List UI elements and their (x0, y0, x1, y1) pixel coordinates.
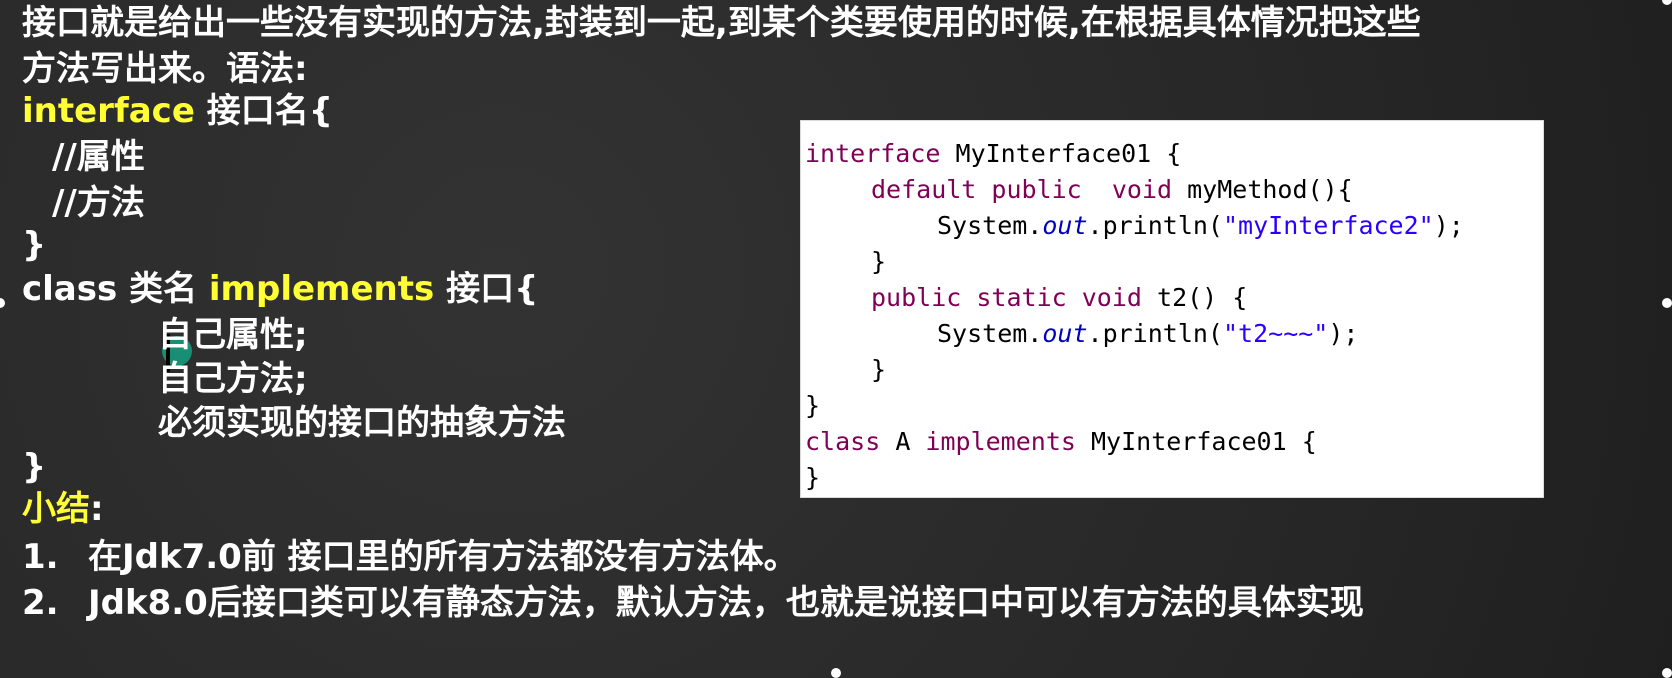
code-text: t2() { (1141, 283, 1248, 312)
interface-name-text: 接口名{ (194, 91, 333, 131)
code-keyword: default (871, 175, 977, 204)
code-field: out (1042, 211, 1088, 240)
syntax-class-line: class 类名 implements 接口{ (22, 266, 538, 312)
code-example-panel: interface MyInterface01 { default public… (800, 120, 1544, 498)
code-line: } (805, 391, 821, 420)
syntax-own-method: 自己方法; (158, 359, 308, 399)
syntax-comment-method: //方法 (52, 183, 145, 223)
implements-keyword: implements (208, 269, 435, 309)
selection-handle-bottom[interactable] (831, 668, 841, 678)
code-keyword: class (805, 427, 881, 456)
code-text: .println( (1087, 319, 1223, 348)
code-text: ); (1328, 319, 1359, 348)
code-text: .println( (1087, 211, 1223, 240)
summary-item-2: 2. Jdk8.0后接口类可以有静态方法，默认方法，也就是说接口中可以有方法的具体… (22, 580, 1364, 626)
code-line: public static void t2() { (871, 281, 1247, 315)
syntax-must-implement: 必须实现的接口的抽象方法 (158, 403, 566, 443)
code-line: interface MyInterface01 { (805, 137, 1181, 171)
code-keyword: implements (925, 427, 1076, 456)
intro-text: 方法写出来。语法: (22, 49, 308, 89)
summary-heading: 小结: (22, 486, 104, 532)
summary-colon: : (90, 489, 104, 529)
code-keyword: static (976, 283, 1067, 312)
summary-item-number: 1. (22, 537, 59, 577)
syntax-close-brace: } (22, 225, 47, 265)
intro-text-line-2: 方法写出来。语法: (22, 46, 308, 92)
code-text: myMethod(){ (1172, 175, 1353, 204)
code-text: MyInterface01 { (940, 139, 1182, 168)
selection-handle-left[interactable] (0, 298, 5, 308)
syntax-close-brace-2: } (22, 447, 47, 487)
code-line: } (871, 355, 887, 384)
selection-handle-bottom-right[interactable] (1662, 668, 1672, 678)
code-text: System. (937, 319, 1043, 348)
summary-item-number: 2. (22, 583, 59, 623)
code-keyword: void (1111, 175, 1173, 204)
syntax-comment-attr: //属性 (52, 137, 145, 177)
code-line: } (805, 463, 821, 492)
summary-item-text: 在Jdk7.0前 接口里的所有方法都没有方法体。 (88, 537, 798, 577)
code-line: System.out.println("myInterface2"); (937, 209, 1464, 243)
code-string: "t2~~~" (1222, 319, 1329, 348)
code-keyword: void (1081, 283, 1142, 312)
code-string: "myInterface2" (1222, 211, 1434, 240)
summary-title: 小结 (22, 489, 90, 529)
class-prefix-text: class 类名 (22, 269, 209, 309)
code-line: System.out.println("t2~~~"); (937, 317, 1358, 351)
code-field: out (1042, 319, 1088, 348)
code-line: default public void myMethod(){ (871, 173, 1353, 207)
intro-text-line-1: 接口就是给出一些没有实现的方法,封装到一起,到某个类要使用的时候,在根据具体情况… (22, 0, 1421, 46)
interface-keyword: interface (22, 91, 195, 131)
class-interface-text: 接口{ (434, 269, 539, 309)
code-text: MyInterface01 { (1075, 427, 1317, 456)
code-line: } (871, 247, 887, 276)
code-keyword: interface (805, 139, 941, 168)
summary-item-text: Jdk8.0后接口类可以有静态方法，默认方法，也就是说接口中可以有方法的具体实现 (88, 583, 1364, 623)
selection-handle-right[interactable] (1662, 298, 1672, 308)
summary-item-1: 1. 在Jdk7.0前 接口里的所有方法都没有方法体。 (22, 534, 798, 580)
code-keyword: public (871, 283, 962, 312)
selection-handle-top-right[interactable] (1662, 0, 1672, 5)
code-text: ); (1433, 211, 1464, 240)
code-keyword: public (991, 175, 1082, 204)
code-text: System. (937, 211, 1043, 240)
syntax-interface-line: interface 接口名{ (22, 88, 333, 134)
code-text: A (880, 427, 926, 456)
lecture-slide: 接口就是给出一些没有实现的方法,封装到一起,到某个类要使用的时候,在根据具体情况… (0, 0, 1672, 678)
syntax-own-attr: 自己属性; (158, 315, 308, 355)
code-line: class A implements MyInterface01 { (805, 425, 1317, 459)
intro-text: 接口就是给出一些没有实现的方法,封装到一起,到某个类要使用的时候,在根据具体情况… (22, 3, 1421, 43)
